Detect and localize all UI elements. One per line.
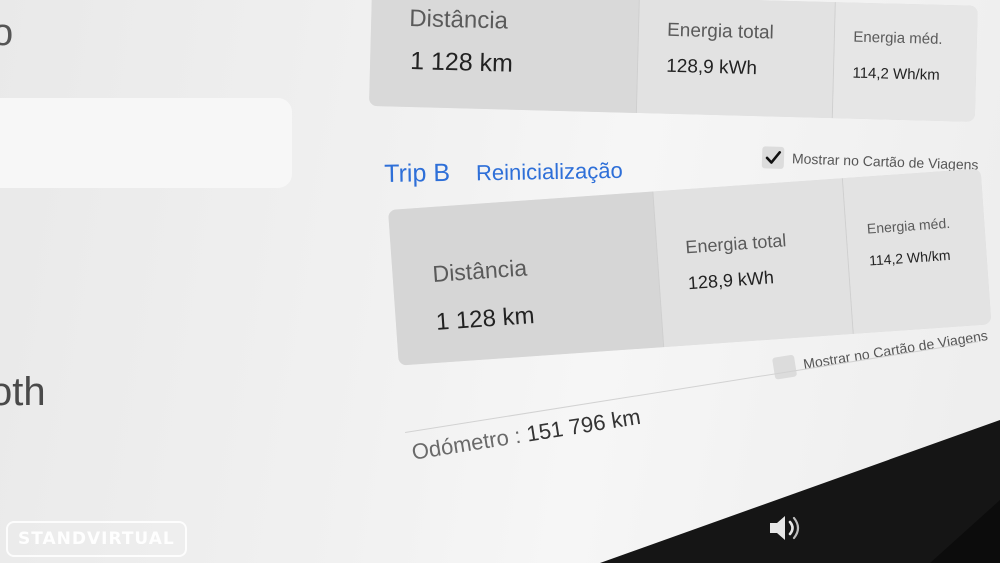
- trip-b-energy-total-cell: Energia total 128,9 kWh: [653, 178, 855, 348]
- trip-b-show-on-card-checkbox[interactable]: [772, 354, 798, 380]
- trip-a-distance-label: Distância: [408, 4, 509, 35]
- trip-b-energy-total-value: 128,9 kWh: [687, 267, 775, 294]
- speaker-volume-icon[interactable]: [766, 512, 802, 544]
- trip-a-show-on-card-label: Mostrar no Cartão de Viagens: [791, 150, 979, 173]
- trip-a-energy-avg-cell: Energia méd. 114,2 Wh/km: [833, 2, 978, 122]
- trip-b-distance-label: Distância: [431, 254, 528, 288]
- left-selected-card[interactable]: [0, 98, 292, 188]
- trip-b-title: Trip B: [384, 158, 451, 188]
- trip-b-energy-avg-cell: Energia méd. 114,2 Wh/km: [843, 168, 992, 334]
- trip-a-energy-total-value: 128,9 kWh: [665, 55, 758, 80]
- trip-b-distance-value: 1 128 km: [435, 302, 536, 336]
- trip-a-energy-total-label: Energia total: [666, 19, 775, 44]
- trip-b-energy-total-label: Energia total: [684, 230, 787, 258]
- trip-a-energy-avg-value: 114,2 Wh/km: [852, 64, 940, 84]
- trip-b-reset-link[interactable]: Reinicialização: [476, 158, 623, 187]
- trip-b-distance-cell: Distância 1 128 km: [388, 191, 665, 366]
- trip-b-energy-avg-label: Energia méd.: [866, 214, 951, 237]
- left-menu-label-bottom[interactable]: oth: [0, 370, 46, 415]
- trip-a-distance-cell: Distância 1 128 km: [368, 0, 641, 113]
- trip-b-header: Trip B Reinicialização: [384, 156, 623, 189]
- trip-a-energy-avg-label: Energia méd.: [853, 28, 943, 48]
- trip-a-stats: Distância 1 128 km Energia total 128,9 k…: [368, 0, 978, 122]
- trip-a-energy-total-cell: Energia total 128,9 kWh: [636, 0, 837, 119]
- left-menu-label-top[interactable]: o: [0, 12, 13, 55]
- trip-screen: o oth Distância 1 128 km Energia total 1…: [0, 0, 1000, 563]
- trip-b-energy-avg-value: 114,2 Wh/km: [868, 246, 951, 269]
- standvirtual-watermark: STANDVIRTUAL: [6, 521, 187, 557]
- trip-a-distance-value: 1 128 km: [409, 47, 514, 78]
- left-settings-panel: o oth: [0, 0, 370, 563]
- trip-a-show-on-card-checkbox[interactable]: [761, 146, 785, 169]
- checkmark-icon: [765, 151, 782, 164]
- trip-b-stats: Distância 1 128 km Energia total 128,9 k…: [388, 168, 992, 366]
